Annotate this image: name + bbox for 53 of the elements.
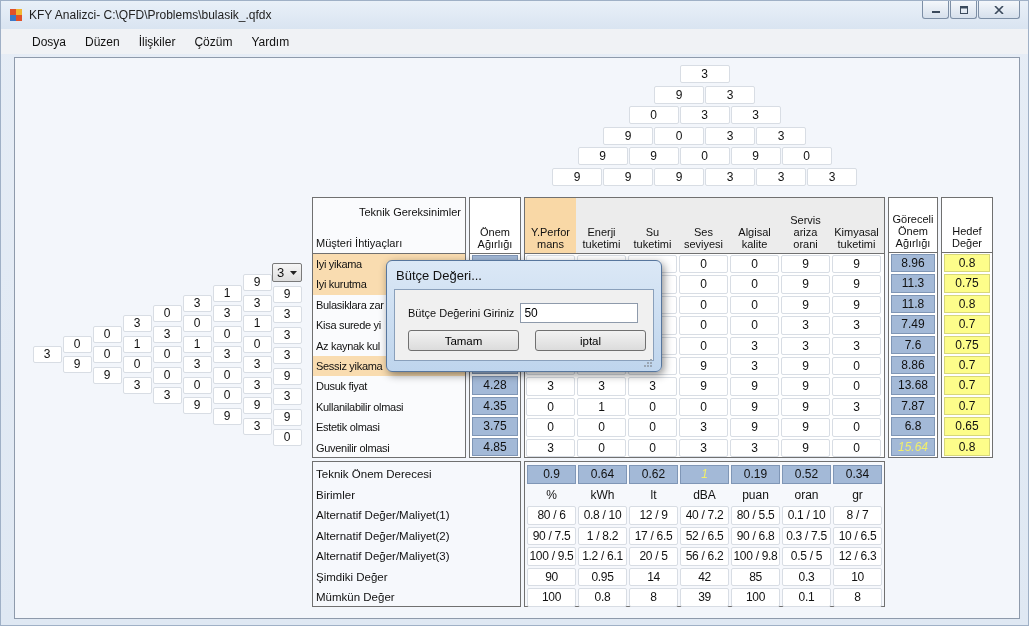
row-label: Alternatif Değer/Maliyet(3)	[315, 549, 451, 564]
value-cell: 8.96	[891, 254, 935, 273]
unit-label: oran	[793, 486, 820, 504]
value-cell: 4.85	[472, 437, 518, 457]
importance-cell: 0.62	[629, 465, 678, 484]
column-heading: Teknik Gereksinimler	[358, 206, 461, 218]
value-cell: 7.6	[891, 335, 935, 355]
value-cell: 4.28	[472, 376, 518, 395]
window-title: KFY Analizci- C:\QFD\Problems\bulasik_.qfdx	[29, 8, 272, 22]
value-cell: 0.7	[944, 315, 990, 334]
importance-cell: 1	[680, 465, 729, 484]
value-cell: 3.75	[472, 417, 518, 436]
value-cell: 7.49	[891, 315, 935, 334]
value-cell: 15.64	[891, 437, 935, 456]
row-label: Alternatif Değer/Maliyet(1)	[315, 508, 451, 523]
field-label: Bütçe Değerini Giriniz	[408, 307, 515, 319]
column-heading: Hedef Değer	[942, 198, 992, 254]
row-heading: Müşteri İhtiyaçları	[316, 237, 403, 249]
row-label: Birimler	[315, 487, 356, 503]
unit-label: kWh	[589, 486, 616, 504]
importance-cell: 0.9	[527, 465, 576, 484]
column-heading: Göreceli Önem Ağırlığı	[889, 198, 937, 254]
row-label: Teknik Önem Derecesi	[315, 467, 433, 482]
dialog-title: Bütçe Değeri...	[396, 267, 482, 284]
unit-label: %	[545, 486, 558, 504]
value-cell: 0.75	[944, 274, 990, 293]
value-cell: 0.8	[944, 254, 990, 273]
value-cell: 11.3	[891, 274, 935, 293]
value-cell: 0.8	[944, 294, 990, 314]
unit-label: gr	[851, 486, 864, 504]
unit-label: lt	[649, 486, 658, 504]
importance-cell: 0.52	[782, 465, 831, 484]
value-cell: 13.68	[891, 376, 935, 395]
value-cell: 4.35	[472, 396, 518, 416]
value-cell: 0.7	[944, 396, 990, 416]
unit-label: puan	[741, 486, 770, 504]
value-cell: 11.8	[891, 294, 935, 314]
unit-label: dBA	[692, 486, 717, 504]
value-cell: 0.65	[944, 417, 990, 436]
value-cell: 0.8	[944, 437, 990, 456]
column-heading: Önem Ağırlığı	[470, 198, 520, 254]
value-cell: 0.75	[944, 335, 990, 355]
value-cell: 0.7	[944, 376, 990, 395]
value-cell: 0.7	[944, 356, 990, 375]
importance-cell: 0.19	[731, 465, 780, 484]
importance-cell: 0.34	[833, 465, 882, 484]
row-label: Alternatif Değer/Maliyet(2)	[315, 528, 451, 544]
value-cell: 7.87	[891, 396, 935, 416]
row-label: Şimdiki Değer	[315, 569, 389, 585]
importance-cell: 0.64	[578, 465, 627, 484]
row-label: Mümkün Değer	[315, 590, 396, 605]
value-cell: 8.86	[891, 356, 935, 375]
value-cell: 6.8	[891, 417, 935, 436]
